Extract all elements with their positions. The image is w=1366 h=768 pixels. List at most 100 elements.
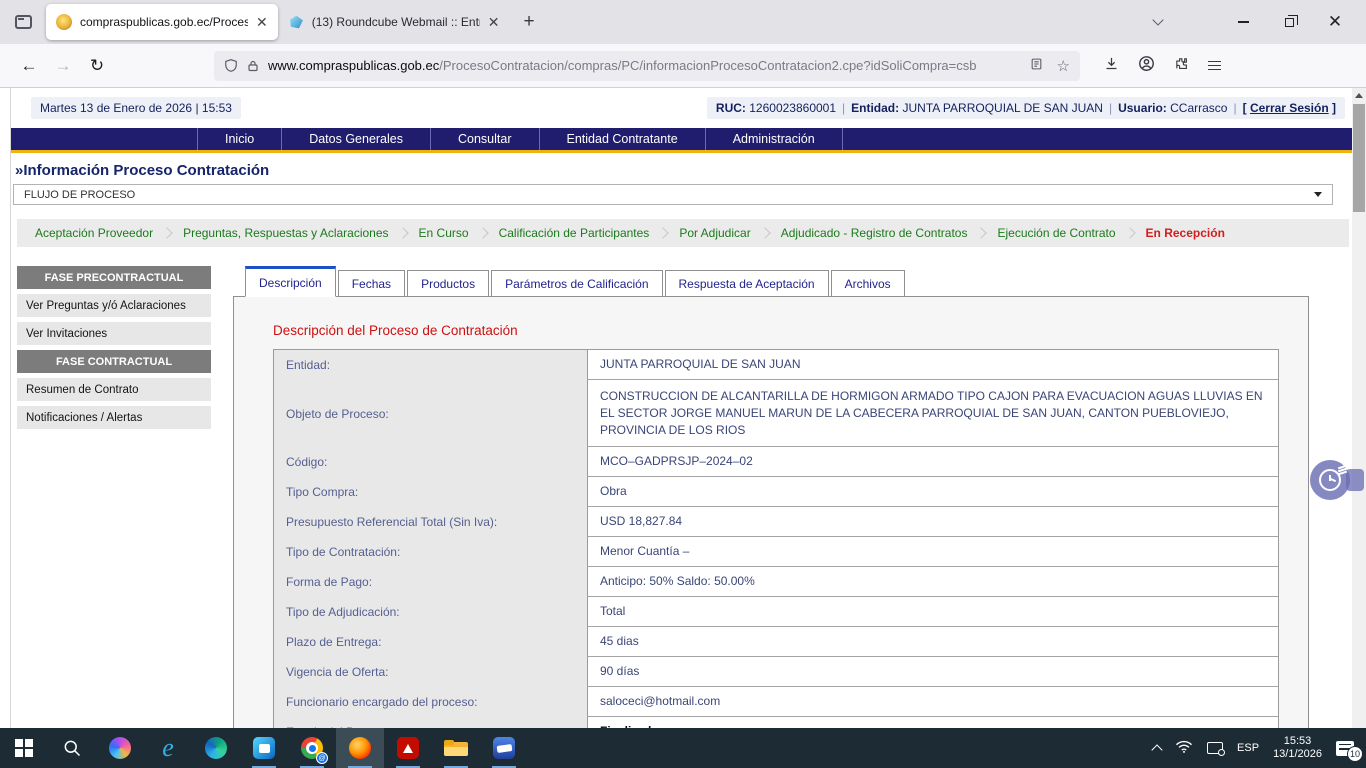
sidebar-item-notificaciones[interactable]: Notificaciones / Alertas: [17, 406, 211, 429]
menu-hamburger-icon[interactable]: [1208, 61, 1221, 71]
browser-tab-roundcube[interactable]: (13) Roundcube Webmail :: Entr ✕: [278, 4, 510, 40]
scroll-up-arrow-icon[interactable]: [1352, 88, 1366, 103]
zoomit-app-icon[interactable]: [480, 728, 528, 768]
browser-toolbar: ← → ↻ www.compraspublicas.gob.ec/Proceso…: [0, 44, 1366, 88]
close-tab-icon[interactable]: ✕: [256, 15, 268, 29]
chrome-icon[interactable]: @: [288, 728, 336, 768]
tab-parametros[interactable]: Parámetros de Calificación: [491, 270, 662, 297]
extensions-puzzle-icon[interactable]: [1174, 56, 1189, 76]
flow-chevron-icon: [477, 227, 488, 238]
browser-tab-title: compraspublicas.gob.ec/Proces: [80, 15, 248, 29]
browser-tab-strip: compraspublicas.gob.ec/Proces ✕ (13) Rou…: [0, 0, 1366, 44]
screen-cast-icon[interactable]: [1207, 742, 1223, 754]
tab-descripcion[interactable]: Descripción: [245, 266, 336, 297]
minimize-button[interactable]: [1220, 4, 1266, 40]
usuario-label: Usuario:: [1118, 101, 1167, 115]
outlook-icon[interactable]: [240, 728, 288, 768]
language-indicator[interactable]: ESP: [1237, 742, 1259, 754]
sidebar-header-fase-precontractual: FASE PRECONTRACTUAL: [17, 266, 211, 289]
reload-button[interactable]: ↻: [80, 56, 114, 76]
scrollbar-thumb[interactable]: [1353, 104, 1365, 212]
lock-icon[interactable]: [247, 59, 259, 73]
firefox-icon[interactable]: [336, 728, 384, 768]
floating-clock-extension-badge[interactable]: [1310, 460, 1350, 500]
menu-item-inicio[interactable]: Inicio: [197, 128, 282, 150]
flow-step-aceptacion-proveedor[interactable]: Aceptación Proveedor: [35, 226, 153, 240]
datetime-badge: Martes 13 de Enero de 2026 | 15:53: [31, 97, 241, 119]
flow-chevron-icon: [759, 227, 770, 238]
back-button[interactable]: ←: [12, 56, 46, 76]
acrobat-icon[interactable]: [384, 728, 432, 768]
flujo-de-proceso-dropdown[interactable]: FLUJO DE PROCESO: [13, 184, 1333, 205]
table-row: Tipo Compra:Obra: [274, 477, 1278, 507]
flow-step-por-adjudicar[interactable]: Por Adjudicar: [679, 226, 750, 240]
browser-tab-title: (13) Roundcube Webmail :: Entr: [312, 15, 480, 29]
menu-item-administracion[interactable]: Administración: [706, 128, 843, 150]
forward-button[interactable]: →: [46, 56, 80, 76]
new-tab-button[interactable]: +: [523, 11, 534, 33]
tab-respuesta-aceptacion[interactable]: Respuesta de Aceptación: [665, 270, 829, 297]
sidebar-item-resumen-contrato[interactable]: Resumen de Contrato: [17, 378, 211, 401]
flow-step-preguntas[interactable]: Preguntas, Respuestas y Aclaraciones: [183, 226, 388, 240]
row-label: Código:: [274, 447, 587, 477]
menu-item-entidad-contratante[interactable]: Entidad Contratante: [540, 128, 706, 150]
panel-heading: Descripción del Proceso de Contratación: [273, 323, 1279, 338]
table-row: Funcionario encargado del proceso:saloce…: [274, 687, 1278, 717]
row-label: Presupuesto Referencial Total (Sin Iva):: [274, 507, 587, 537]
flow-step-calificacion[interactable]: Calificación de Participantes: [499, 226, 650, 240]
tab-productos[interactable]: Productos: [407, 270, 489, 297]
usuario-value: CCarrasco: [1170, 101, 1227, 115]
tab-archivos[interactable]: Archivos: [831, 270, 905, 297]
flow-chevron-icon: [976, 227, 987, 238]
row-label: Funcionario encargado del proceso:: [274, 687, 587, 717]
roundcube-icon: [288, 14, 304, 30]
restore-button[interactable]: [1266, 4, 1312, 40]
close-tab-icon[interactable]: ✕: [488, 15, 500, 29]
table-row: Estado del Proceso:Finalizada: [274, 717, 1278, 728]
wifi-icon[interactable]: [1175, 740, 1193, 757]
flujo-label: FLUJO DE PROCESO: [24, 189, 135, 201]
internet-explorer-icon[interactable]: e: [144, 728, 192, 768]
detail-tabs: Descripción Fechas Productos Parámetros …: [233, 266, 1309, 296]
reader-mode-icon[interactable]: [1030, 57, 1043, 74]
flow-step-adjudicado[interactable]: Adjudicado - Registro de Contratos: [781, 226, 968, 240]
row-value: saloceci@hotmail.com: [587, 687, 1278, 717]
row-label: Tipo Compra:: [274, 477, 587, 507]
close-window-button[interactable]: ✕: [1312, 4, 1358, 40]
flow-step-ejecucion[interactable]: Ejecución de Contrato: [997, 226, 1115, 240]
menu-item-consultar[interactable]: Consultar: [431, 128, 540, 150]
flow-chevron-icon: [1124, 227, 1135, 238]
sidebar-item-ver-preguntas[interactable]: Ver Preguntas y/ó Aclaraciones: [17, 294, 211, 317]
row-value: JUNTA PARROQUIAL DE SAN JUAN: [587, 350, 1278, 380]
list-all-tabs-icon[interactable]: [1152, 14, 1163, 25]
row-value: Total: [587, 597, 1278, 627]
search-icon[interactable]: [48, 728, 96, 768]
menu-item-datos-generales[interactable]: Datos Generales: [282, 128, 431, 150]
start-button[interactable]: [0, 728, 48, 768]
sidebar-item-ver-invitaciones[interactable]: Ver Invitaciones: [17, 322, 211, 345]
entidad-label: Entidad:: [851, 101, 899, 115]
row-value: USD 18,827.84: [587, 507, 1278, 537]
edge-icon[interactable]: [192, 728, 240, 768]
account-icon[interactable]: [1138, 55, 1155, 77]
windows-taskbar: e @ ESP 15:53 13/1/2026 10: [0, 728, 1366, 768]
tray-clock[interactable]: 15:53 13/1/2026: [1273, 735, 1322, 761]
tray-expand-icon[interactable]: [1151, 744, 1162, 755]
vertical-scrollbar[interactable]: [1352, 88, 1366, 728]
notification-center-icon[interactable]: 10: [1336, 741, 1354, 756]
flow-step-en-curso[interactable]: En Curso: [419, 226, 469, 240]
logout-link[interactable]: Cerrar Sesión: [1250, 101, 1329, 115]
file-explorer-icon[interactable]: [432, 728, 480, 768]
site-header: Martes 13 de Enero de 2026 | 15:53 RUC: …: [11, 88, 1355, 128]
flow-chevron-icon: [397, 227, 408, 238]
tracking-shield-icon[interactable]: [224, 58, 238, 73]
tab-fechas[interactable]: Fechas: [338, 270, 405, 297]
table-row: Entidad:JUNTA PARROQUIAL DE SAN JUAN: [274, 350, 1278, 380]
url-bar[interactable]: www.compraspublicas.gob.ec/ProcesoContra…: [214, 51, 1080, 81]
firefox-view-icon[interactable]: [8, 7, 38, 37]
browser-tab-compraspublicas[interactable]: compraspublicas.gob.ec/Proces ✕: [46, 4, 278, 40]
downloads-icon[interactable]: [1104, 56, 1119, 76]
bookmark-star-icon[interactable]: ☆: [1057, 57, 1070, 75]
flow-step-en-recepcion[interactable]: En Recepción: [1146, 226, 1225, 240]
copilot-icon[interactable]: [96, 728, 144, 768]
